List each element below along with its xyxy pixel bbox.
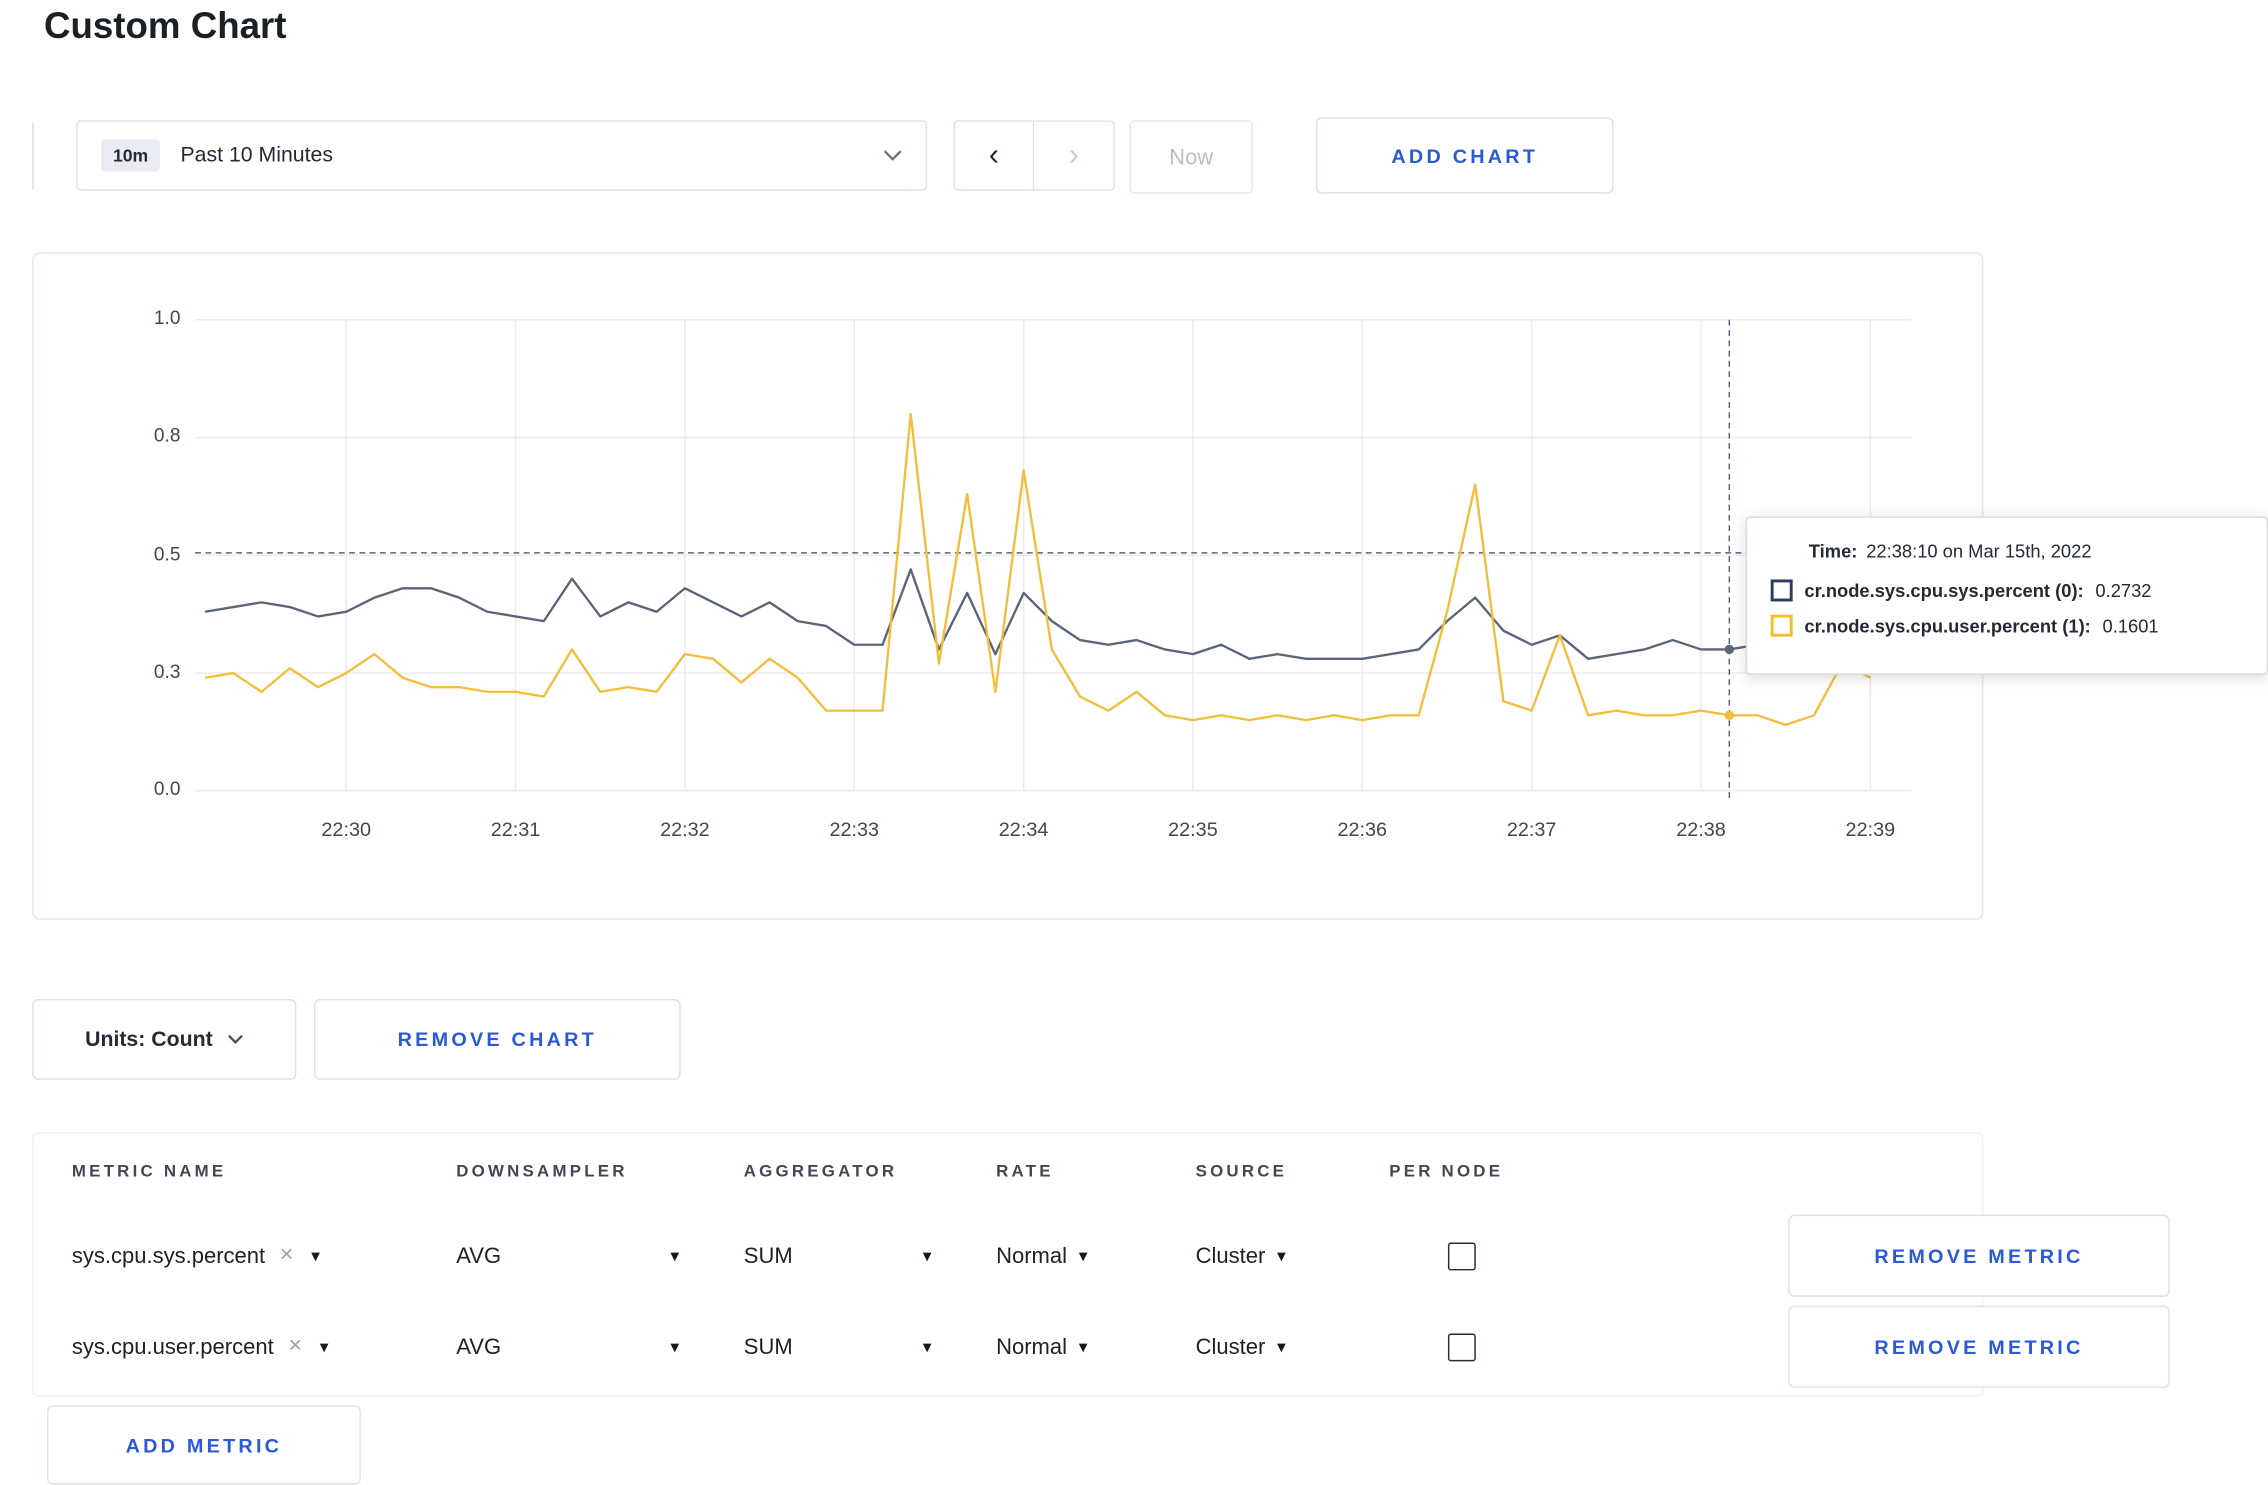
prev-time-button[interactable]: ‹ bbox=[953, 120, 1035, 191]
x-axis-tick-label: 22:30 bbox=[321, 818, 371, 841]
caret-down-icon: ▾ bbox=[1078, 1336, 1088, 1357]
tooltip-time: Time: 22:38:10 on Mar 15th, 2022 bbox=[1809, 541, 2243, 562]
metric-name-value: sys.cpu.user.percent bbox=[71, 1334, 274, 1360]
caret-down-icon: ▾ bbox=[1078, 1245, 1088, 1267]
time-range-label: Past 10 Minutes bbox=[180, 143, 334, 168]
x-axis-tick-label: 22:37 bbox=[1506, 818, 1557, 841]
tooltip-series-value: 0.1601 bbox=[2102, 615, 2159, 636]
page-title: Custom Chart bbox=[44, 5, 287, 47]
source-select[interactable]: Cluster ▾ bbox=[1196, 1334, 1390, 1359]
y-axis-tick-label: 0.5 bbox=[153, 542, 181, 565]
clear-icon[interactable]: × bbox=[280, 1243, 294, 1269]
chevron-down-icon bbox=[883, 150, 902, 162]
units-label: Units: Count bbox=[85, 1027, 213, 1052]
caret-down-icon: ▾ bbox=[922, 1245, 932, 1267]
time-nav-group: ‹ › bbox=[953, 120, 1115, 191]
tooltip-series-value: 0.2732 bbox=[2095, 580, 2152, 601]
y-axis-tick-label: 0.3 bbox=[153, 659, 181, 682]
caret-down-icon: ▾ bbox=[311, 1245, 320, 1267]
y-axis-tick-label: 1.0 bbox=[153, 306, 181, 329]
x-axis-tick-label: 22:33 bbox=[829, 818, 880, 841]
chart-panel: 1.0 0.8 0.5 0.3 0.0 22:30 22:31 22:32 22:33 22:3… bbox=[32, 252, 1984, 920]
metric-name-select[interactable]: sys.cpu.sys.percent × ▾ bbox=[72, 1243, 456, 1269]
tooltip-series-name: cr.node.sys.cpu.user.percent (1): bbox=[1804, 615, 2091, 636]
time-range-badge: 10m bbox=[101, 139, 160, 172]
add-metric-button[interactable]: ADD METRIC bbox=[46, 1405, 361, 1485]
chevron-down-icon bbox=[227, 1034, 243, 1044]
custom-chart-page: Custom Chart 10m Past 10 Minutes ‹ › Now… bbox=[0, 0, 2268, 1485]
y-axis-tick-label: 0.8 bbox=[153, 424, 181, 447]
now-button[interactable]: Now bbox=[1129, 120, 1253, 194]
x-axis-tick-label: 22:31 bbox=[490, 818, 541, 841]
remove-metric-button[interactable]: REMOVE METRIC bbox=[1788, 1305, 2170, 1388]
caret-down-icon: ▾ bbox=[670, 1336, 680, 1357]
caret-down-icon: ▾ bbox=[1277, 1336, 1286, 1357]
aggregator-select[interactable]: SUM ▾ bbox=[744, 1334, 996, 1359]
caret-down-icon: ▾ bbox=[922, 1336, 932, 1357]
tooltip-series-row: cr.node.sys.cpu.sys.percent (0): 0.2732 bbox=[1770, 579, 2243, 602]
col-header-source: SOURCE bbox=[1195, 1163, 1288, 1181]
toolbar-divider bbox=[32, 123, 34, 190]
x-axis-tick-label: 22:36 bbox=[1337, 818, 1388, 841]
metrics-table: METRIC NAME DOWNSAMPLER AGGREGATOR RATE … bbox=[32, 1132, 2170, 1397]
per-node-checkbox[interactable] bbox=[1447, 1332, 1476, 1361]
rate-value: Normal bbox=[996, 1334, 1068, 1360]
x-axis-tick-label: 22:35 bbox=[1168, 818, 1218, 841]
series-color-swatch bbox=[1770, 579, 1793, 602]
source-value: Cluster bbox=[1195, 1334, 1266, 1360]
caret-down-icon: ▾ bbox=[1277, 1245, 1286, 1267]
col-header-downsampler: DOWNSAMPLER bbox=[456, 1163, 628, 1181]
rate-value: Normal bbox=[996, 1243, 1068, 1269]
tooltip-series-row: cr.node.sys.cpu.user.percent (1): 0.1601 bbox=[1770, 614, 2243, 637]
time-range-dropdown[interactable]: 10m Past 10 Minutes bbox=[76, 120, 928, 191]
x-axis-tick-label: 22:38 bbox=[1676, 818, 1726, 841]
next-time-button[interactable]: › bbox=[1034, 120, 1115, 191]
col-header-metric-name: METRIC NAME bbox=[71, 1163, 227, 1181]
downsampler-select[interactable]: AVG ▾ bbox=[456, 1334, 744, 1359]
caret-down-icon: ▾ bbox=[670, 1245, 680, 1267]
tooltip-series-name: cr.node.sys.cpu.sys.percent (0): bbox=[1804, 580, 2084, 601]
table-row: sys.cpu.sys.percent × ▾ AVG ▾ SUM ▾ Normal… bbox=[34, 1210, 2170, 1301]
tooltip-time-label: Time: bbox=[1808, 541, 1858, 562]
tooltip-time-value: 22:38:10 on Mar 15th, 2022 bbox=[1866, 541, 2092, 562]
per-node-checkbox[interactable] bbox=[1447, 1241, 1476, 1270]
rate-select[interactable]: Normal ▾ bbox=[996, 1334, 1196, 1359]
aggregator-value: SUM bbox=[743, 1243, 793, 1269]
remove-metric-button[interactable]: REMOVE METRIC bbox=[1788, 1214, 2170, 1297]
x-axis-tick-label: 22:34 bbox=[998, 818, 1049, 841]
metric-name-select[interactable]: sys.cpu.user.percent × ▾ bbox=[72, 1334, 456, 1360]
series-color-swatch bbox=[1770, 614, 1793, 637]
clear-icon[interactable]: × bbox=[288, 1334, 302, 1360]
y-axis-tick-label: 0.0 bbox=[153, 777, 181, 800]
x-axis-tick-label: 22:32 bbox=[660, 818, 710, 841]
source-select[interactable]: Cluster ▾ bbox=[1196, 1243, 1390, 1268]
col-header-aggregator: AGGREGATOR bbox=[743, 1163, 898, 1181]
chevron-right-icon: › bbox=[1068, 137, 1079, 172]
metric-name-value: sys.cpu.sys.percent bbox=[71, 1243, 266, 1269]
chevron-left-icon: ‹ bbox=[988, 137, 1000, 172]
source-value: Cluster bbox=[1195, 1243, 1266, 1269]
rate-select[interactable]: Normal ▾ bbox=[996, 1243, 1196, 1268]
x-axis-tick-label: 22:39 bbox=[1845, 818, 1896, 841]
units-dropdown[interactable]: Units: Count bbox=[32, 999, 297, 1080]
downsampler-value: AVG bbox=[456, 1243, 502, 1269]
downsampler-value: AVG bbox=[456, 1334, 502, 1360]
downsampler-select[interactable]: AVG ▾ bbox=[456, 1243, 744, 1268]
remove-chart-button[interactable]: REMOVE CHART bbox=[313, 999, 681, 1080]
metrics-table-header: METRIC NAME DOWNSAMPLER AGGREGATOR RATE … bbox=[34, 1134, 1982, 1210]
caret-down-icon: ▾ bbox=[319, 1336, 329, 1357]
aggregator-value: SUM bbox=[743, 1334, 793, 1360]
aggregator-select[interactable]: SUM ▾ bbox=[744, 1243, 996, 1268]
col-header-per-node: PER NODE bbox=[1389, 1163, 1504, 1181]
col-header-rate: RATE bbox=[996, 1163, 1054, 1181]
chart-tooltip: Time: 22:38:10 on Mar 15th, 2022 cr.node.… bbox=[1745, 516, 2268, 675]
table-row: sys.cpu.user.percent × ▾ AVG ▾ SUM ▾ Norma… bbox=[34, 1301, 2170, 1392]
add-chart-button[interactable]: ADD CHART bbox=[1315, 117, 1614, 194]
